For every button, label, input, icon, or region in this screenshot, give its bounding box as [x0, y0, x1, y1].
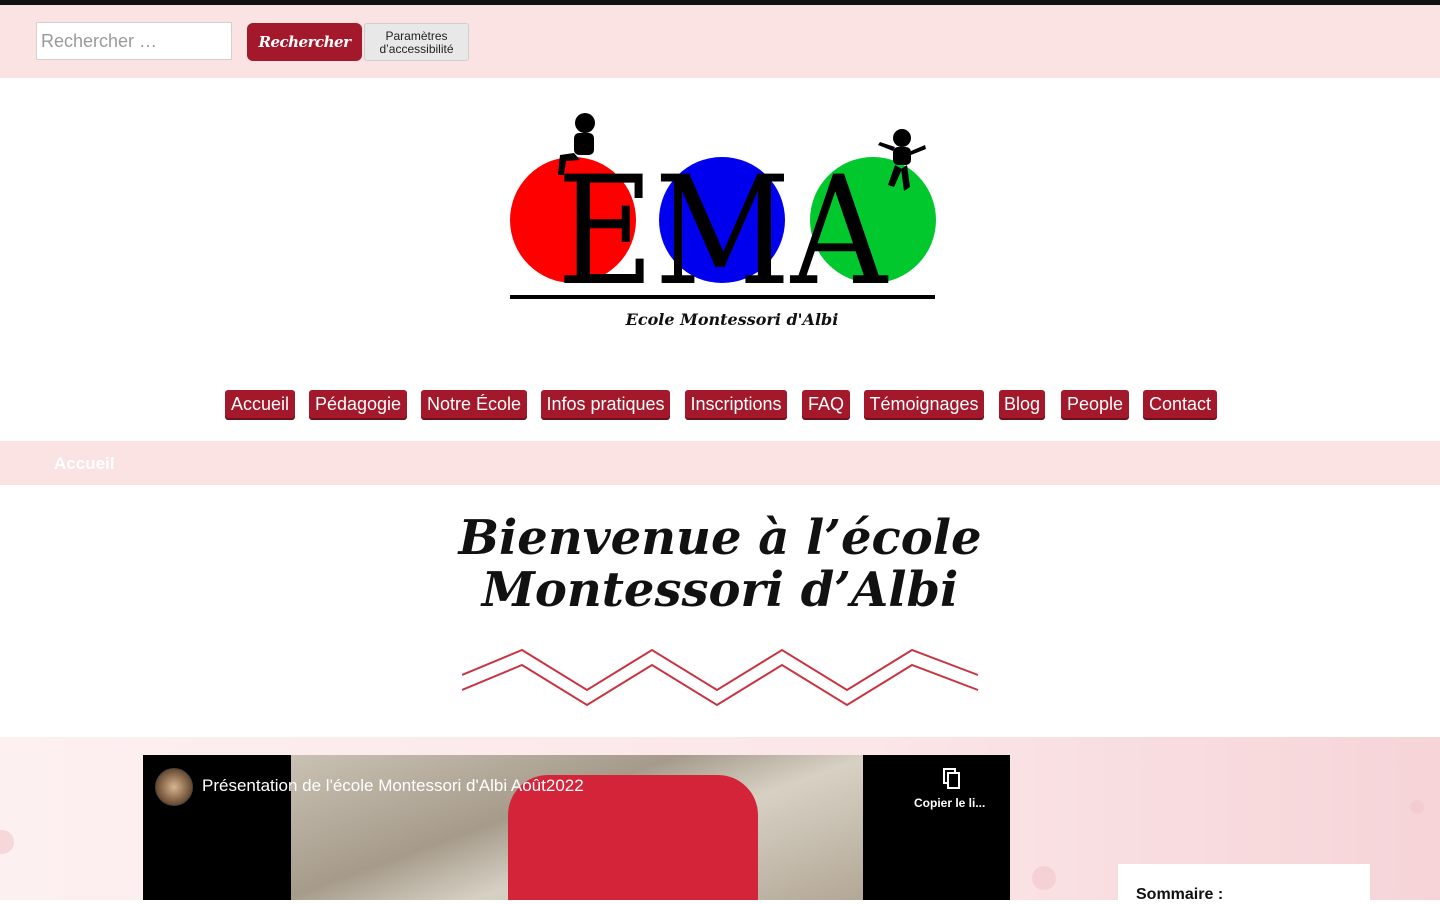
copy-link-icon[interactable]	[942, 768, 962, 790]
accessibility-settings-button[interactable]: Paramètres d’accessibilité	[364, 23, 469, 61]
nav-item-people[interactable]: People	[1061, 390, 1129, 418]
search-input[interactable]	[36, 22, 232, 60]
logo-text: EMA	[557, 145, 888, 319]
logo-subtitle: Ecole Montessori d'Albi	[625, 310, 839, 329]
nav-item-notre-ecole[interactable]: Notre École	[421, 390, 527, 418]
copy-link-label[interactable]: Copier le li...	[914, 796, 985, 810]
nav-item-pedagogie[interactable]: Pédagogie	[309, 390, 407, 418]
page-title: Bienvenue à l’école Montessori d’Albi	[458, 510, 982, 618]
channel-avatar[interactable]	[155, 768, 193, 806]
search-button[interactable]: Rechercher	[247, 23, 362, 61]
decor-dot	[1032, 866, 1056, 890]
nav-item-blog[interactable]: Blog	[999, 390, 1045, 418]
zigzag-divider	[462, 648, 979, 707]
breadcrumb-current[interactable]: Accueil	[54, 454, 114, 474]
nav-item-faq[interactable]: FAQ	[802, 390, 850, 418]
decor-dot	[1410, 800, 1424, 814]
nav-item-infos-pratiques[interactable]: Infos pratiques	[541, 390, 670, 418]
nav-item-temoignages[interactable]: Témoignages	[864, 390, 984, 418]
nav-item-accueil[interactable]: Accueil	[225, 390, 295, 418]
nav-item-contact[interactable]: Contact	[1143, 390, 1217, 418]
breadcrumb: Accueil	[0, 441, 1440, 485]
main-nav: Accueil Pédagogie Notre École Infos prat…	[0, 390, 1440, 420]
summary-title: Sommaire :	[1136, 886, 1224, 903]
nav-item-inscriptions[interactable]: Inscriptions	[685, 390, 787, 418]
logo-underline	[510, 295, 935, 299]
site-logo[interactable]: EMA Ecole Montessori d'Albi	[500, 105, 945, 335]
summary-card: Sommaire :	[1118, 864, 1370, 903]
video-title[interactable]: Présentation de l'école Montessori d'Alb…	[202, 776, 584, 796]
